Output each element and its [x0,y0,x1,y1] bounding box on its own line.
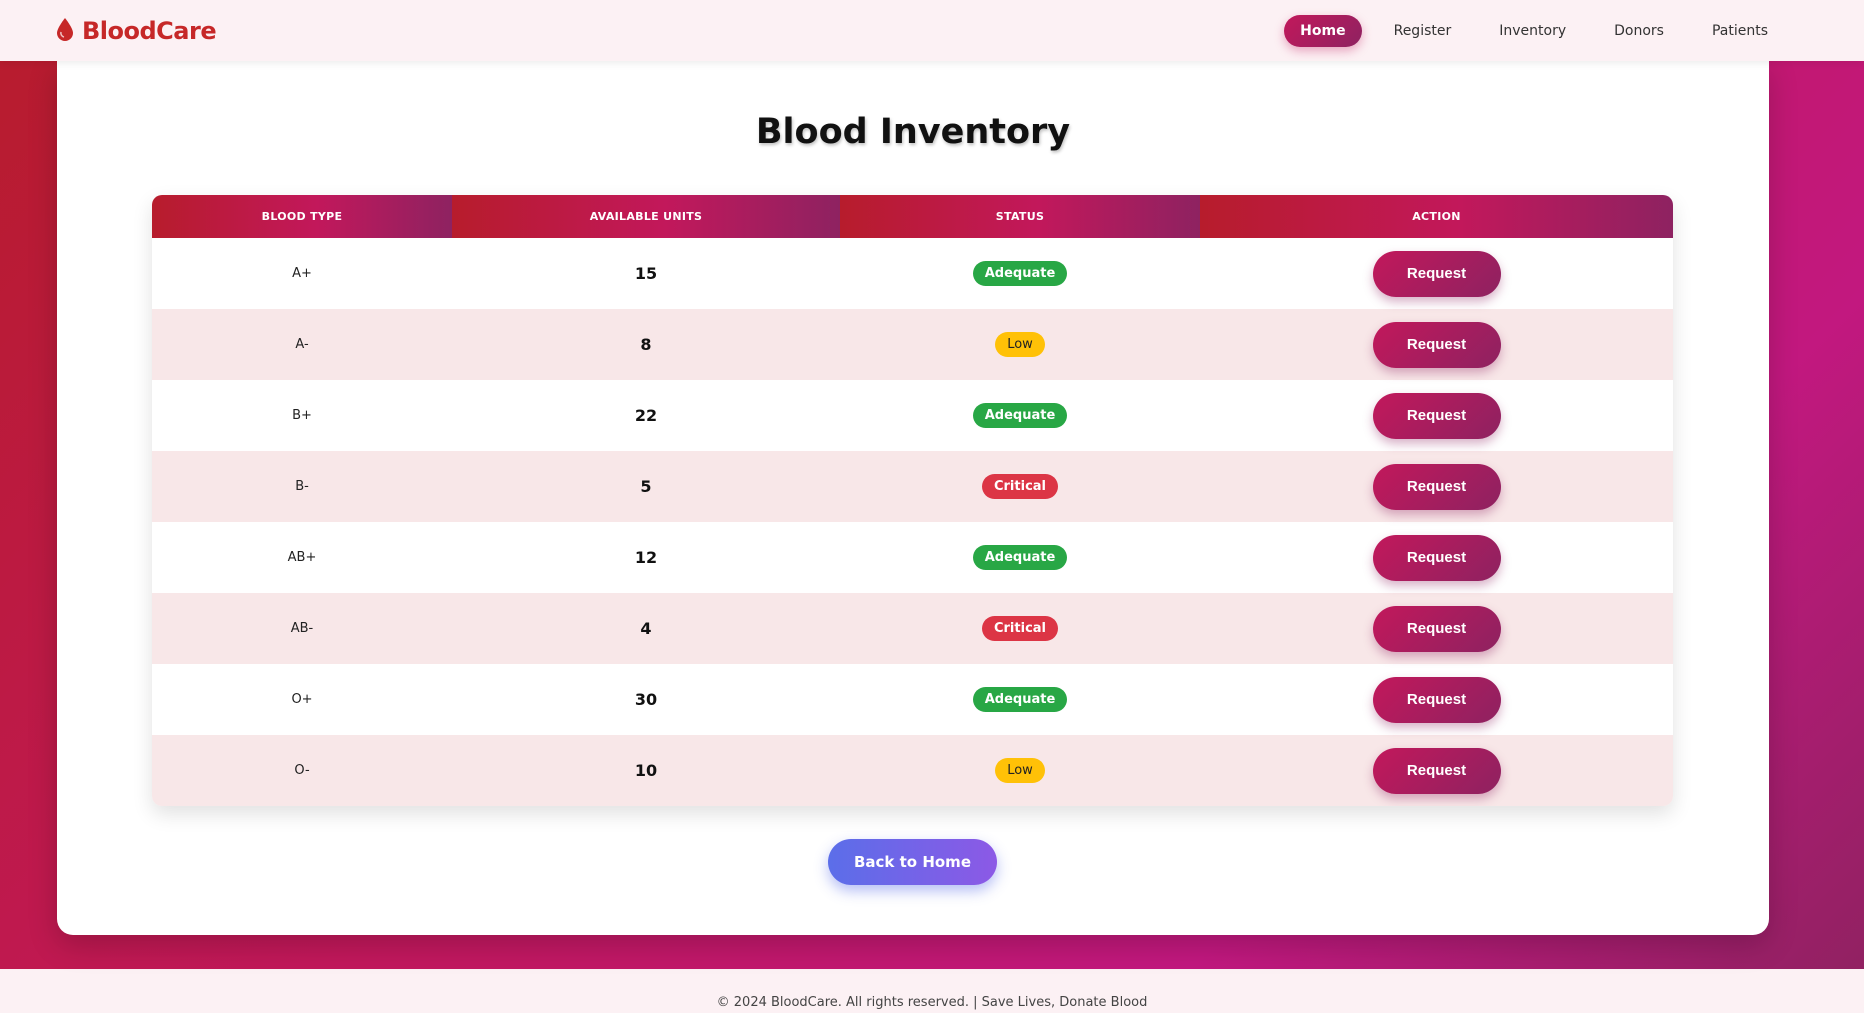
blood-type-cell: B+ [152,380,452,451]
header-available-units: Available Units [452,195,840,238]
nav-register[interactable]: Register [1378,15,1468,47]
request-button[interactable]: Request [1372,321,1501,368]
status-badge: Adequate [972,261,1068,286]
nav-inventory[interactable]: Inventory [1483,15,1582,47]
nav-home[interactable]: Home [1284,14,1362,47]
blood-type-cell: B- [152,451,452,522]
header-action: Action [1200,195,1673,238]
status-badge: Adequate [972,403,1068,428]
inventory-table: Blood Type Available Units Status Action… [152,195,1673,806]
nav-patients[interactable]: Patients [1696,15,1784,47]
blood-type-cell: A- [152,309,452,380]
top-navbar: BloodCare Home Register Inventory Donors… [0,0,1864,61]
units-cell: 8 [452,309,840,380]
blood-type-cell: AB- [152,593,452,664]
units-cell: 30 [452,664,840,735]
table-row: O+ 30 Adequate Request [152,664,1673,735]
nav-donors[interactable]: Donors [1598,15,1680,47]
inventory-card: Blood Inventory Blood Type Available Uni… [57,55,1769,935]
status-badge: Adequate [972,687,1068,712]
request-button[interactable]: Request [1372,463,1501,510]
status-badge: Low [995,332,1045,357]
units-cell: 10 [452,735,840,806]
blood-type-cell: O+ [152,664,452,735]
table-row: B+ 22 Adequate Request [152,380,1673,451]
table-row: B- 5 Critical Request [152,451,1673,522]
request-button[interactable]: Request [1372,392,1501,439]
units-cell: 22 [452,380,840,451]
table-header-row: Blood Type Available Units Status Action [152,195,1673,238]
blood-type-cell: A+ [152,238,452,309]
units-cell: 12 [452,522,840,593]
header-blood-type: Blood Type [152,195,452,238]
request-button[interactable]: Request [1372,534,1501,581]
table-row: AB- 4 Critical Request [152,593,1673,664]
nav-links: Home Register Inventory Donors Patients [1284,14,1784,47]
brand-logo[interactable]: BloodCare [56,16,217,45]
table-row: AB+ 12 Adequate Request [152,522,1673,593]
table-row: A- 8 Low Request [152,309,1673,380]
table-body: A+ 15 Adequate Request A- 8 Low Request … [152,238,1673,806]
units-cell: 15 [452,238,840,309]
page-title: Blood Inventory [755,112,1071,152]
brand-name: BloodCare [82,16,217,45]
request-button[interactable]: Request [1372,250,1501,297]
units-cell: 4 [452,593,840,664]
status-badge: Critical [981,474,1058,499]
header-status: Status [840,195,1200,238]
status-badge: Adequate [972,545,1068,570]
table-row: O- 10 Low Request [152,735,1673,806]
back-to-home-button[interactable]: Back to Home [828,839,997,885]
blood-drop-icon [56,17,74,45]
blood-type-cell: O- [152,735,452,806]
footer-text: © 2024 BloodCare. All rights reserved. |… [716,995,1148,1010]
status-badge: Low [995,758,1045,783]
table-row: A+ 15 Adequate Request [152,238,1673,309]
status-badge: Critical [981,616,1058,641]
units-cell: 5 [452,451,840,522]
footer: © 2024 BloodCare. All rights reserved. |… [0,969,1864,1013]
request-button[interactable]: Request [1372,605,1501,652]
request-button[interactable]: Request [1372,676,1501,723]
blood-type-cell: AB+ [152,522,452,593]
request-button[interactable]: Request [1372,747,1501,794]
